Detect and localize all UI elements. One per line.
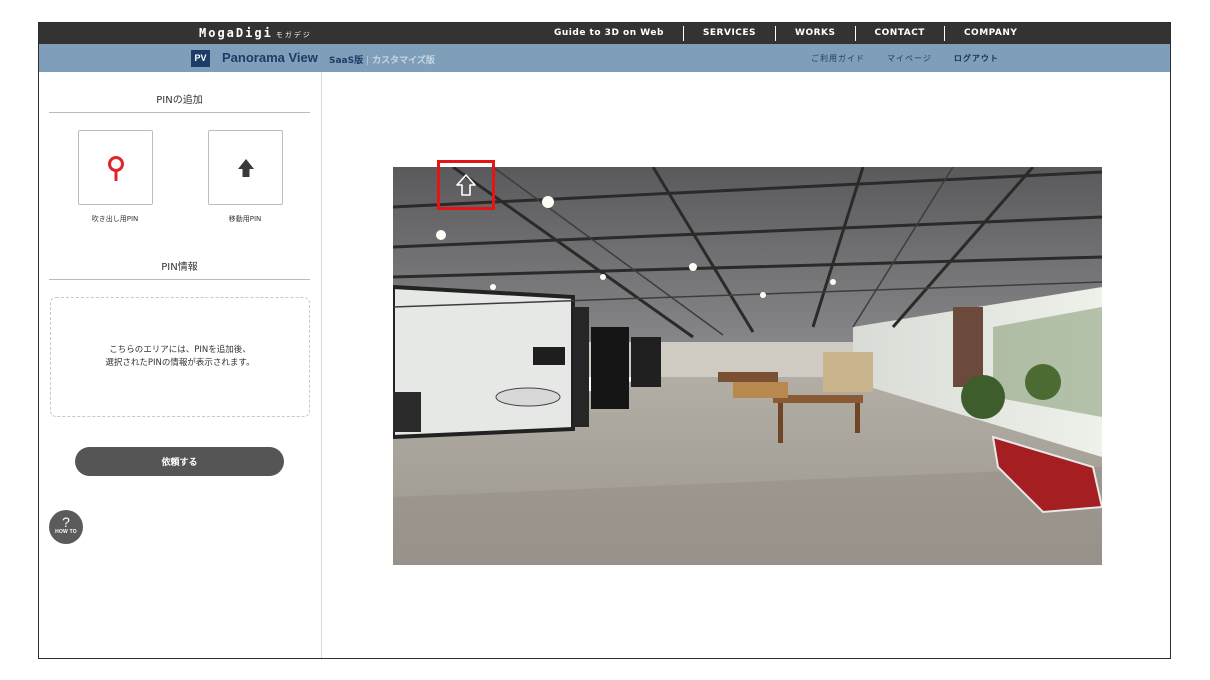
map-pin-icon — [107, 155, 124, 181]
left-panel: PINの追加 吹き出し用PIN 移動用PIN PIN情報 こちらのエリアには、P… — [39, 72, 322, 658]
pin-info-text: こちらのエリアには、PINを追加後、 — [109, 345, 251, 355]
nav-guide-link[interactable]: Guide to 3D on Web — [535, 23, 683, 44]
request-button[interactable]: 依頼する — [75, 447, 284, 476]
logout-link[interactable]: ログアウト — [954, 53, 999, 64]
pin-info-title: PIN情報 — [49, 258, 310, 280]
move-pin-label: 移動用PIN — [228, 215, 262, 223]
edition-divider: | — [366, 56, 370, 66]
selected-move-pin[interactable] — [437, 160, 495, 210]
speech-pin-label: 吹き出し用PIN — [91, 215, 139, 223]
panorama-viewer[interactable] — [393, 167, 1102, 565]
app-frame: MogaDigi モガデジ Guide to 3D on Web SERVICES… — [38, 22, 1171, 659]
pv-badge: PV — [191, 50, 210, 67]
move-pin-button[interactable] — [208, 130, 283, 205]
add-pin-title: PINの追加 — [49, 91, 310, 113]
pin-info-text: 選択されたPINの情報が表示されます。 — [105, 358, 255, 368]
howto-button[interactable]: ? HOW TO — [49, 510, 83, 544]
howto-label: HOW TO — [55, 529, 77, 535]
move-arrow-icon — [456, 174, 476, 196]
guide-link[interactable]: ご利用ガイド — [811, 53, 865, 64]
edition-saas: SaaS版 — [329, 56, 364, 66]
pin-info-box: こちらのエリアには、PINを追加後、 選択されたPINの情報が表示されます。 — [50, 297, 310, 417]
app-title[interactable]: Panorama View — [222, 50, 318, 65]
speech-pin-button[interactable] — [78, 130, 153, 205]
edition-custom[interactable]: カスタマイズ版 — [372, 56, 435, 66]
mypage-link[interactable]: マイページ — [887, 53, 932, 64]
sub-header: PV Panorama View SaaS版 | カスタマイズ版 ご利用ガイド マイ… — [39, 44, 1170, 72]
nav-company-link[interactable]: COMPANY — [945, 23, 1037, 44]
brand-kana: モガデジ — [275, 31, 312, 39]
sub-nav: ご利用ガイド マイページ ログアウト — [811, 53, 1021, 64]
edition-label: SaaS版 | カスタマイズ版 — [329, 53, 435, 66]
nav-services-link[interactable]: SERVICES — [684, 23, 775, 44]
brand-name: MogaDigi — [199, 26, 273, 40]
top-bar: MogaDigi モガデジ Guide to 3D on Web SERVICES… — [39, 23, 1170, 44]
nav-works-link[interactable]: WORKS — [776, 23, 854, 44]
question-icon: ? — [62, 514, 70, 530]
brand-logo[interactable]: MogaDigi モガデジ — [199, 26, 312, 40]
panorama-image — [393, 167, 1102, 565]
arrow-up-icon — [237, 158, 254, 177]
nav-contact-link[interactable]: CONTACT — [856, 23, 944, 44]
top-nav: Guide to 3D on Web SERVICES WORKS CONTAC… — [535, 23, 1036, 44]
